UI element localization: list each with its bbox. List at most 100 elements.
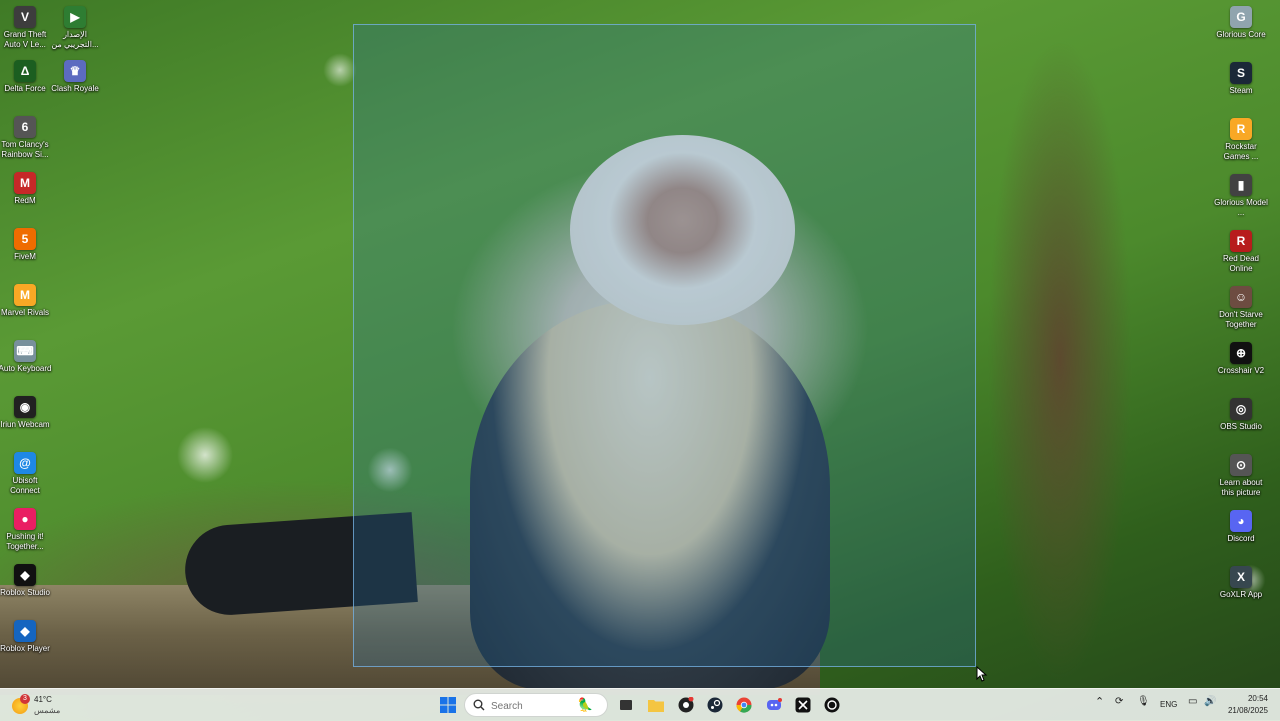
refresh-icon[interactable]: ⟳	[1115, 696, 1123, 707]
start-button[interactable]	[438, 695, 458, 715]
obs-studio-icon: ◎	[1230, 398, 1252, 420]
chrome-icon	[736, 697, 752, 713]
desktop-shortcut-label: Rockstar Games ...	[1223, 142, 1259, 161]
chrome-taskbar-button[interactable]	[734, 695, 754, 715]
desktop-shortcut-label: Glorious Model ...	[1214, 198, 1268, 217]
weather-temperature: 41°C	[34, 695, 52, 704]
desktop-shortcut[interactable]: ☺ Don't Starve Together	[1214, 286, 1268, 330]
roblox-player-icon: ◆	[14, 620, 36, 642]
steam-icon: S	[1230, 62, 1252, 84]
desktop-shortcut-label: RedM	[14, 196, 36, 205]
redm-icon: M	[14, 172, 36, 194]
desktop-shortcut[interactable]: Δ Delta Force	[0, 60, 52, 94]
goxlr-icon: X	[1230, 566, 1252, 588]
search-icon	[473, 699, 485, 711]
chatgpt-taskbar-button[interactable]	[822, 695, 842, 715]
desktop-shortcut[interactable]: ◉ Iriun Webcam	[0, 396, 52, 430]
desktop-shortcut[interactable]: ⊙ Learn about this picture	[1214, 454, 1268, 498]
desktop-shortcut[interactable]: ● Pushing it! Together...	[0, 508, 52, 552]
desktop-shortcut-label: Auto Keyboard	[0, 364, 52, 373]
glorious-core-icon: G	[1230, 6, 1252, 28]
desktop-shortcut[interactable]: X GoXLR App	[1214, 566, 1268, 600]
desktop-shortcut-label: Clash Royale	[51, 84, 99, 93]
desktop-shortcut-label: Pushing it! Together...	[6, 532, 44, 551]
discord-icon: ◕	[1230, 510, 1252, 532]
desktop-shortcut[interactable]: ◆ Roblox Studio	[0, 564, 52, 598]
desktop-shortcut-label: Red Dead Online	[1222, 254, 1260, 273]
desktop-shortcut[interactable]: @ Ubisoft Connect	[0, 452, 52, 496]
xbox-beta-icon: ▶	[64, 6, 86, 28]
dont-starve-icon: ☺	[1230, 286, 1252, 308]
desktop-shortcut[interactable]: G Glorious Core	[1214, 6, 1268, 40]
desktop-shortcut-label: Steam	[1229, 86, 1253, 95]
weather-widget[interactable]: 3 41°C مشمس	[12, 693, 82, 717]
notification-badge: 3	[20, 694, 30, 704]
rainbow-six-icon: 6	[14, 116, 36, 138]
fivem-icon: 5	[14, 228, 36, 250]
glorious-model-icon: ▮	[1230, 174, 1252, 196]
desktop-shortcut[interactable]: ◆ Roblox Player	[0, 620, 52, 654]
windows-logo-icon	[440, 697, 456, 713]
taskbar: 3 41°C مشمس 🦜 ⌃	[0, 688, 1280, 721]
desktop-shortcut-label: Delta Force	[4, 84, 46, 93]
desktop-shortcut-label: Don't Starve Together	[1219, 310, 1263, 329]
clash-royale-icon: ♛	[64, 60, 86, 82]
desktop-shortcut[interactable]: M Marvel Rivals	[0, 284, 52, 318]
desktop-shortcut-label: الإصدار التجريبي من...	[51, 30, 99, 49]
steam-icon	[707, 697, 723, 713]
chevron-up-icon[interactable]: ⌃	[1095, 695, 1104, 708]
capcut-icon	[795, 697, 811, 713]
taskbar-search-box[interactable]: 🦜	[464, 693, 608, 717]
learn-about-picture-icon: ⊙	[1230, 454, 1252, 476]
desktop-shortcut-label: FiveM	[14, 252, 36, 261]
desktop-shortcut[interactable]: M RedM	[0, 172, 52, 206]
volume-icon[interactable]: 🔊	[1204, 696, 1216, 707]
desktop-shortcut[interactable]: R Rockstar Games ...	[1214, 118, 1268, 162]
weather-condition: مشمس	[34, 706, 61, 715]
taskbar-clock[interactable]: 20:54 21/08/2025	[1228, 693, 1268, 717]
chatgpt-icon	[824, 697, 840, 713]
ubisoft-connect-icon: @	[14, 452, 36, 474]
discord-taskbar-button[interactable]	[764, 695, 784, 715]
search-input[interactable]	[489, 697, 573, 715]
roblox-studio-icon: ◆	[14, 564, 36, 586]
desktop-shortcut[interactable]: ▮ Glorious Model ...	[1214, 174, 1268, 218]
desktop-shortcut-label: Ubisoft Connect	[10, 476, 40, 495]
obs-taskbar-button[interactable]	[676, 695, 696, 715]
desktop-shortcut[interactable]: ◕ Discord	[1214, 510, 1268, 544]
desktop-shortcut[interactable]: R Red Dead Online	[1214, 230, 1268, 274]
desktop-shortcut-label: Marvel Rivals	[0, 308, 49, 317]
desktop-shortcut[interactable]: 5 FiveM	[0, 228, 52, 262]
capcut-taskbar-button[interactable]	[793, 695, 813, 715]
desktop-shortcut[interactable]: ♛ Clash Royale	[48, 60, 102, 94]
desktop-shortcut[interactable]: ⌨ Auto Keyboard	[0, 340, 52, 374]
obs-icon	[678, 697, 694, 713]
desktop-shortcut-label: OBS Studio	[1220, 422, 1262, 431]
task-view-button[interactable]	[616, 695, 636, 715]
desktop-shortcut[interactable]: ◎ OBS Studio	[1214, 398, 1268, 432]
gta-icon: V	[14, 6, 36, 28]
desktop-shortcut-label: Iriun Webcam	[0, 420, 50, 429]
file-explorer-button[interactable]	[646, 695, 666, 715]
red-dead-online-icon: R	[1230, 230, 1252, 252]
desktop-shortcut[interactable]: V Grand Theft Auto V Le...	[0, 6, 52, 50]
desktop-shortcut[interactable]: ▶ الإصدار التجريبي من...	[48, 6, 102, 50]
network-icon[interactable]: ▭	[1188, 696, 1197, 707]
desktop-shortcut-label: Discord	[1227, 534, 1255, 543]
desktop-selection-rectangle	[353, 24, 976, 667]
desktop-shortcut-label: Glorious Core	[1216, 30, 1266, 39]
desktop-shortcut[interactable]: ⊕ Crosshair V2	[1214, 342, 1268, 376]
folder-icon	[648, 700, 664, 712]
search-highlight-icon: 🦜	[577, 697, 594, 712]
mouse-cursor-icon	[976, 666, 988, 682]
desktop-shortcut[interactable]: 6 Tom Clancy's Rainbow Si...	[0, 116, 52, 160]
desktop-shortcut-label: Grand Theft Auto V Le...	[3, 30, 47, 49]
desktop-shortcut-label: GoXLR App	[1219, 590, 1263, 599]
pushing-it-icon: ●	[14, 508, 36, 530]
microphone-icon[interactable]: 🎙	[1137, 696, 1150, 707]
task-view-icon	[620, 700, 632, 710]
desktop-shortcut[interactable]: S Steam	[1214, 62, 1268, 96]
discord-icon	[767, 698, 782, 710]
steam-taskbar-button[interactable]	[705, 695, 725, 715]
language-indicator[interactable]: ENG	[1160, 700, 1177, 709]
